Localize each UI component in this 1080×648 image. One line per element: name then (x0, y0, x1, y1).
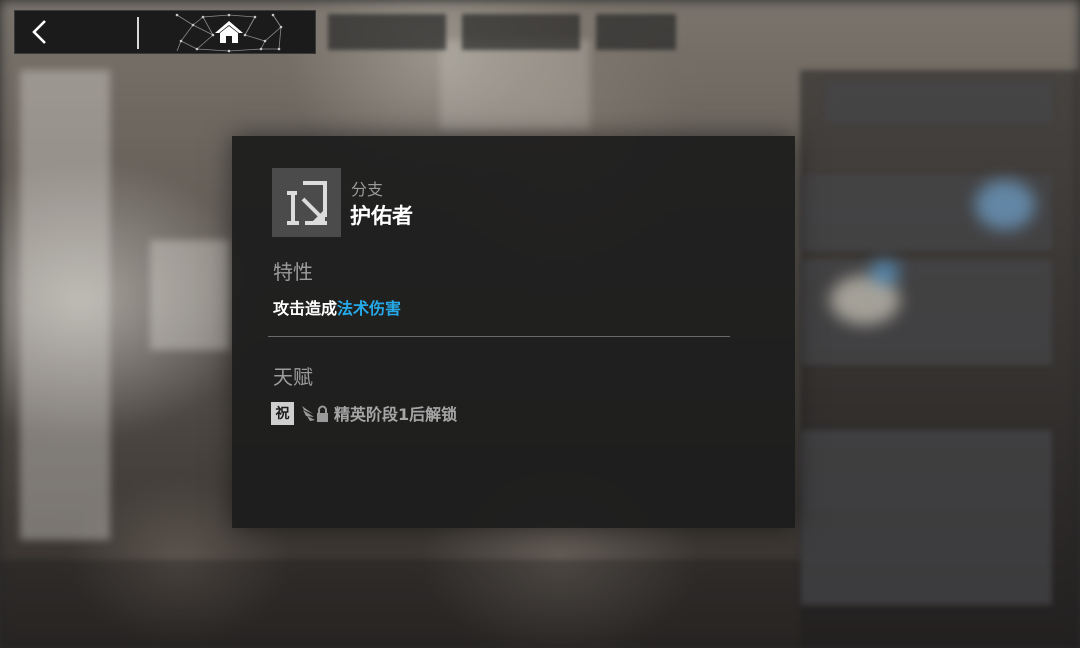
background-floor (0, 560, 800, 648)
background-shelf (20, 70, 110, 540)
background-blob (870, 260, 900, 285)
talent-unlock-text: 精英阶段1后解锁 (334, 405, 458, 424)
background-card (800, 430, 1052, 605)
traits-title: 特性 (273, 260, 313, 284)
branch-emblem (272, 168, 341, 237)
background-tab (328, 14, 446, 50)
branch-emblem-icon (286, 180, 327, 225)
home-button[interactable] (173, 11, 285, 53)
locked-wing-icon (302, 405, 328, 422)
top-navigation-bar (14, 10, 316, 54)
trait-text: 攻击造成 (273, 299, 338, 318)
branch-info-panel: 分支 护佑者 特性 攻击造成法术伤害 天赋 祝 精英阶段1后解锁 (232, 136, 795, 528)
background-books (150, 240, 230, 350)
chevron-left-icon (32, 20, 46, 44)
background-tab (462, 14, 580, 50)
background-window (440, 40, 590, 130)
back-button[interactable] (15, 11, 137, 53)
trait-description: 攻击造成法术伤害 (273, 295, 401, 319)
trait-highlight: 法术伤害 (337, 299, 402, 318)
background-tab (596, 14, 676, 50)
topbar-divider (137, 17, 139, 49)
branch-subtitle: 分支 (351, 180, 384, 199)
background-card (826, 82, 1052, 122)
branch-name: 护佑者 (350, 204, 413, 228)
background-blob (975, 180, 1035, 230)
talent-row: 祝 精英阶段1后解锁 (271, 401, 457, 425)
talent-title: 天赋 (273, 365, 313, 389)
talent-tag: 祝 (271, 401, 294, 425)
home-icon (215, 21, 243, 43)
section-divider (268, 336, 730, 337)
